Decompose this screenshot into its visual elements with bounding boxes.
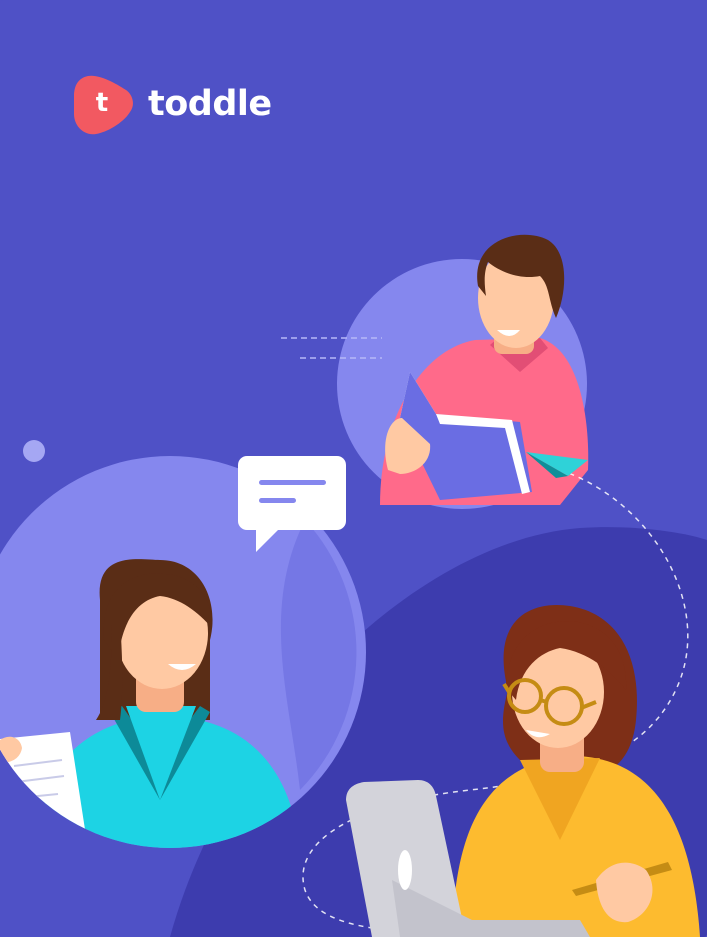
onboarding-panel: t toddle <box>0 0 707 937</box>
toddle-logo-mark: t <box>74 74 134 136</box>
logo-letter: t <box>95 88 109 118</box>
decorative-dot <box>23 440 45 462</box>
brand-name: toddle <box>148 84 272 124</box>
toddle-logo: t toddle <box>74 74 272 136</box>
collaboration-illustration <box>0 234 707 937</box>
